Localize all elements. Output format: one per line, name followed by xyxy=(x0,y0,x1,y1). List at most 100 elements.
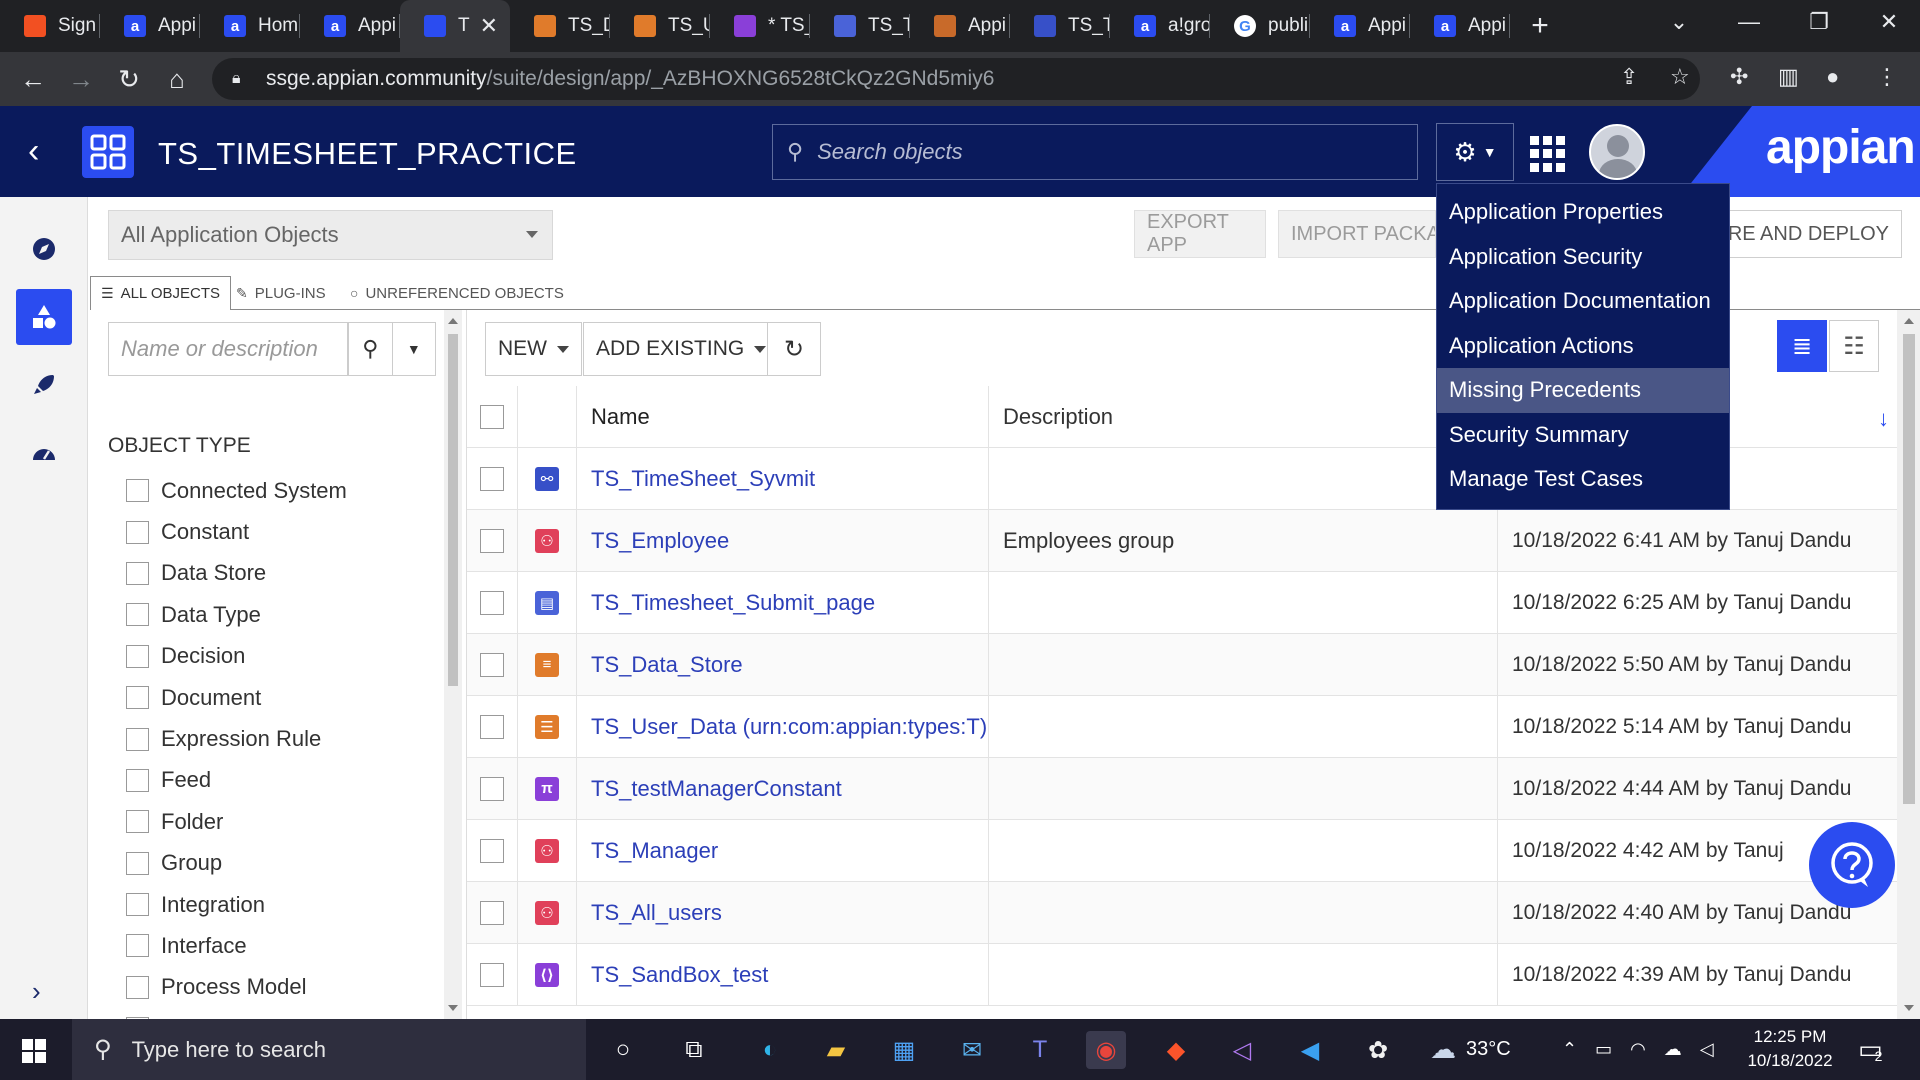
row-checkbox[interactable] xyxy=(480,590,504,615)
system-tray-icons[interactable]: ⌃▭◠☁◁ xyxy=(1562,1019,1732,1080)
checkbox[interactable] xyxy=(126,520,149,544)
reload-icon[interactable]: ↻ xyxy=(112,62,146,96)
object-name-link[interactable]: TS_Manager xyxy=(577,820,989,881)
checkbox[interactable] xyxy=(126,644,149,668)
new-object-button[interactable]: NEW xyxy=(485,322,582,376)
object-type-option[interactable]: Interface xyxy=(126,925,347,966)
browser-tab[interactable]: T ✕ xyxy=(400,0,510,52)
export-app-button[interactable]: EXPORT APP xyxy=(1134,210,1266,258)
search-icon[interactable]: ⚲ xyxy=(349,323,392,375)
object-name-link[interactable]: TS_testManagerConstant xyxy=(577,758,989,819)
add-existing-button[interactable]: ADD EXISTING xyxy=(583,322,780,376)
vscode-icon[interactable]: ◀ xyxy=(1290,1031,1330,1069)
edge-icon[interactable]: ◐ xyxy=(750,1031,790,1069)
row-checkbox[interactable] xyxy=(480,838,504,863)
checkbox[interactable] xyxy=(126,479,149,503)
url-field[interactable]: 🔒︎ ssge.appian.community/suite/design/ap… xyxy=(212,58,1700,100)
table-row[interactable]: ⚇ TS_Manager 10/18/2022 4:42 AM by Tanuj xyxy=(467,820,1897,882)
object-type-option[interactable]: Data Type xyxy=(126,594,347,635)
restore-button[interactable]: ❐ xyxy=(1784,0,1854,44)
row-checkbox[interactable] xyxy=(480,528,504,553)
list-view-icon[interactable]: ≣ xyxy=(1777,320,1827,372)
row-checkbox[interactable] xyxy=(480,962,504,987)
browser-tab[interactable]: a Hom xyxy=(200,0,300,52)
mail-icon[interactable]: ✉ xyxy=(952,1031,992,1069)
teams-icon[interactable]: T xyxy=(1020,1031,1060,1069)
row-checkbox[interactable] xyxy=(480,776,504,801)
import-package-button[interactable]: IMPORT PACKA xyxy=(1278,210,1436,258)
help-button[interactable] xyxy=(1809,822,1895,908)
table-row[interactable]: ☰ TS_User_Data (urn:com:appian:types:T) 10… xyxy=(467,696,1897,758)
object-type-option[interactable]: Constant xyxy=(126,511,347,552)
row-checkbox[interactable] xyxy=(480,466,504,491)
checkbox[interactable] xyxy=(126,934,149,958)
dashboard-gauge-icon[interactable] xyxy=(16,425,72,481)
checkbox[interactable] xyxy=(126,768,149,792)
filter-scrollbar[interactable] xyxy=(444,310,462,1019)
tab-plug-ins[interactable]: ✎ PLUG-INS xyxy=(226,276,336,310)
tab-unreferenced-objects[interactable]: ○ UNREFERENCED OBJECTS xyxy=(340,276,574,310)
settings-menu-item[interactable]: Application Actions xyxy=(1437,324,1729,369)
settings-menu-item[interactable]: Application Documentation xyxy=(1437,279,1729,324)
compass-icon[interactable] xyxy=(16,221,72,277)
close-tab-icon[interactable]: ✕ xyxy=(480,13,498,39)
objects-icon[interactable] xyxy=(16,289,72,345)
browser-tab[interactable]: a Appi xyxy=(300,0,400,52)
browser-tab[interactable]: TS_Ti xyxy=(1010,0,1110,52)
object-name-link[interactable]: TS_Timesheet_Submit_page xyxy=(577,572,989,633)
object-type-option[interactable]: Data Store xyxy=(126,553,347,594)
user-avatar[interactable] xyxy=(1589,124,1645,180)
share-icon[interactable]: ⇪ xyxy=(1620,64,1638,90)
name-description-input[interactable]: Name or description xyxy=(108,322,348,376)
chrome-menu-icon[interactable]: ⋮ xyxy=(1876,64,1898,90)
object-type-option[interactable]: Expression Rule xyxy=(126,718,347,759)
chrome-icon[interactable]: ◉ xyxy=(1086,1031,1126,1069)
compare-and-deploy-button[interactable]: ARE AND DEPLOY xyxy=(1700,210,1902,258)
object-type-option[interactable]: Document xyxy=(126,677,347,718)
application-objects-filter[interactable]: All Application Objects xyxy=(108,210,553,260)
cortana-icon[interactable]: ○ xyxy=(603,1031,643,1069)
home-icon[interactable]: ⌂ xyxy=(160,62,194,96)
weather-widget[interactable]: ☁ 33°C xyxy=(1430,1019,1511,1080)
checkbox[interactable] xyxy=(126,561,149,585)
checkbox[interactable] xyxy=(126,975,149,999)
forward-icon[interactable]: → xyxy=(64,62,98,96)
minimize-button[interactable]: — xyxy=(1714,0,1784,44)
tab-search-chevron-icon[interactable]: ⌄ xyxy=(1644,0,1714,44)
system-clock[interactable]: 12:25 PM 10/18/2022 xyxy=(1740,1025,1840,1073)
taskbar-search-box[interactable]: ⚲ Type here to search xyxy=(72,1019,586,1080)
filter-search-button[interactable]: ⚲ ▼ xyxy=(348,322,436,376)
visual-studio-icon[interactable]: ◁ xyxy=(1222,1031,1262,1069)
row-checkbox[interactable] xyxy=(480,900,504,925)
checkbox[interactable] xyxy=(126,603,149,627)
browser-tab[interactable]: a Appi xyxy=(1410,0,1510,52)
rocket-icon[interactable] xyxy=(16,357,72,413)
side-panel-icon[interactable]: ▥ xyxy=(1778,64,1799,90)
table-row[interactable]: ⟨⟩ TS_SandBox_test 10/18/2022 4:39 AM by T… xyxy=(467,944,1897,1006)
browser-tab[interactable]: TS_D xyxy=(510,0,610,52)
new-tab-button[interactable]: + xyxy=(1510,9,1570,43)
close-window-button[interactable]: ✕ xyxy=(1854,0,1920,44)
object-type-option[interactable]: Feed xyxy=(126,760,347,801)
settings-gear-button[interactable]: ⚙ ▼ xyxy=(1436,123,1514,181)
settings-menu-item[interactable]: Application Security xyxy=(1437,235,1729,280)
microsoft-store-icon[interactable]: ▦ xyxy=(884,1031,924,1069)
browser-tab[interactable]: Appi xyxy=(910,0,1010,52)
checkbox[interactable] xyxy=(126,893,149,917)
settings-menu-item[interactable]: Application Properties xyxy=(1437,190,1729,235)
brave-icon[interactable]: ◆ xyxy=(1156,1031,1196,1069)
extensions-icon[interactable]: ✣ xyxy=(1730,64,1748,90)
grid-scrollbar[interactable] xyxy=(1897,310,1920,1019)
object-type-option[interactable]: Integration xyxy=(126,884,347,925)
tab-all-objects[interactable]: ☰ ALL OBJECTS xyxy=(90,276,232,311)
checkbox[interactable] xyxy=(126,727,149,751)
name-column-header[interactable]: Name xyxy=(577,386,989,447)
chevron-down-icon[interactable]: ▼ xyxy=(391,323,436,375)
object-name-link[interactable]: TS_Employee xyxy=(577,510,989,571)
description-column-header[interactable]: Description xyxy=(989,386,1498,447)
row-checkbox[interactable] xyxy=(480,714,504,739)
browser-tab[interactable]: TS_Ti xyxy=(810,0,910,52)
object-name-link[interactable]: TS_All_users xyxy=(577,882,989,943)
checkbox[interactable] xyxy=(126,810,149,834)
object-type-option[interactable]: Group xyxy=(126,843,347,884)
